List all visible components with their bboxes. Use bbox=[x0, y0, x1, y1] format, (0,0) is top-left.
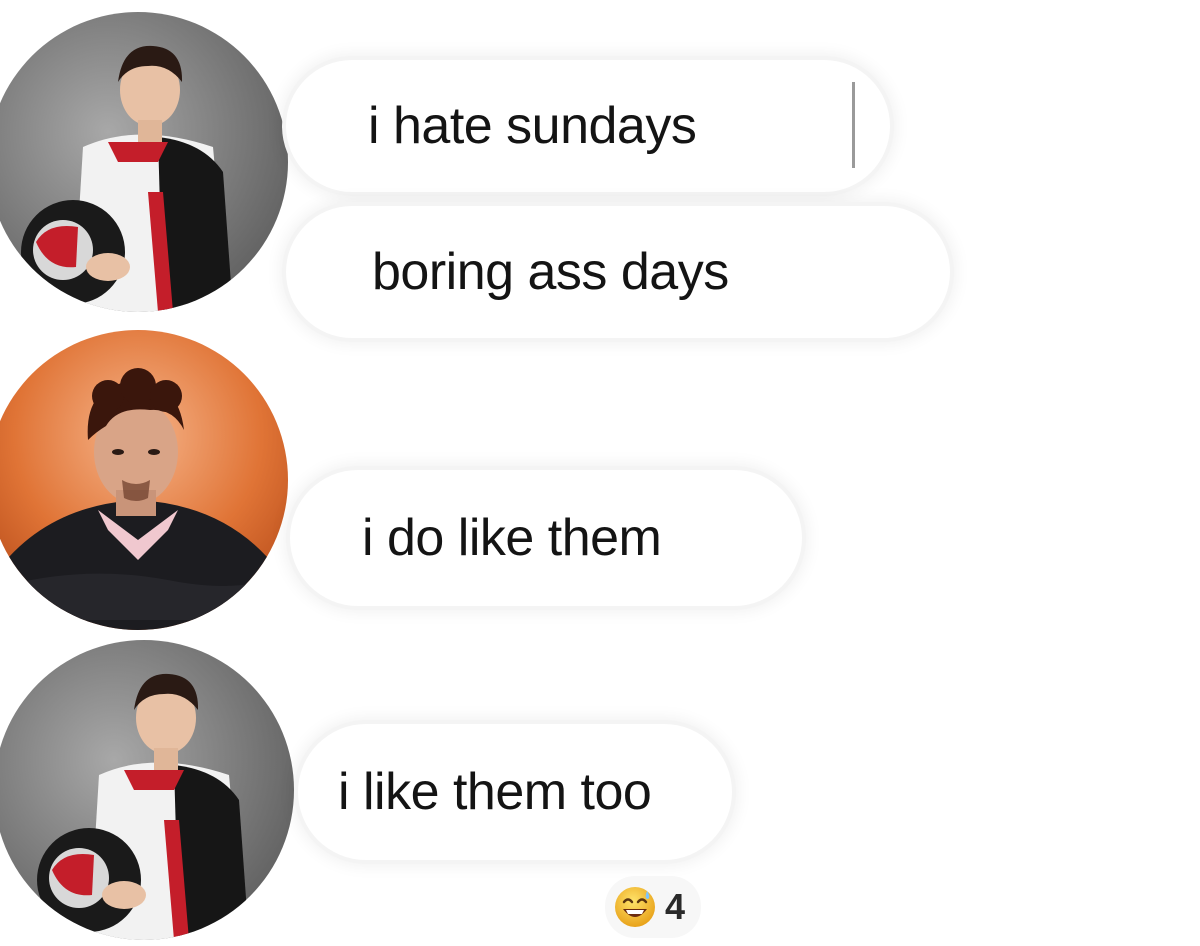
text-cursor bbox=[852, 82, 855, 168]
message-text: boring ass days bbox=[372, 243, 729, 301]
reaction-pill[interactable]: 4 bbox=[605, 876, 702, 938]
driver-photo bbox=[0, 640, 294, 940]
reaction-count: 4 bbox=[665, 886, 686, 927]
message-bubble[interactable]: i do like them bbox=[290, 470, 802, 606]
message-text: i like them too bbox=[338, 763, 652, 821]
driver-photo bbox=[0, 12, 288, 312]
driver-photo bbox=[0, 330, 288, 630]
grinning-sweat-emoji-icon bbox=[615, 887, 655, 927]
message-bubble[interactable]: i hate sundays bbox=[286, 60, 890, 192]
message-text: i hate sundays bbox=[368, 97, 697, 155]
message-text: i do like them bbox=[362, 509, 662, 567]
message-bubble[interactable]: i like them too bbox=[298, 724, 732, 860]
avatar-driver-2[interactable] bbox=[0, 330, 288, 630]
message-bubble[interactable]: boring ass days bbox=[286, 206, 950, 338]
avatar-driver-1[interactable] bbox=[0, 12, 288, 312]
avatar-driver-3[interactable] bbox=[0, 640, 294, 940]
